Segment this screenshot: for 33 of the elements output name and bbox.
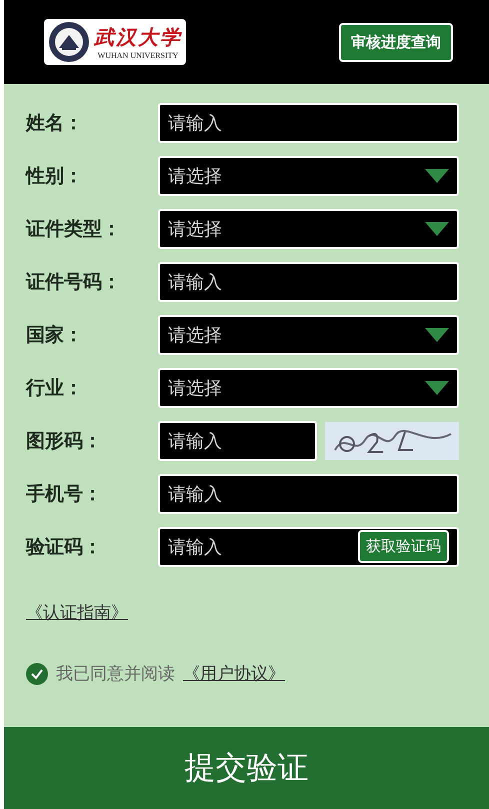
dropdown-icon	[425, 380, 449, 394]
field-label: 性别：	[26, 164, 84, 188]
logo-subtitle: WUHAN UNIVERSITY	[98, 51, 178, 60]
checkbox[interactable]	[26, 662, 48, 684]
emblem-icon	[48, 21, 90, 63]
field-label: 手机号：	[26, 482, 103, 506]
field-label: 行业：	[26, 376, 84, 400]
guide-link[interactable]: 《认证指南》	[26, 601, 128, 624]
select-field[interactable]: 请选择	[158, 156, 459, 196]
field-label: 图形码：	[26, 428, 103, 454]
select-field[interactable]: 请选择	[158, 208, 459, 248]
progress-query-button[interactable]: 审核进度查询	[339, 22, 453, 62]
field-label: 证件类型：	[26, 216, 122, 242]
agreement-link[interactable]: 《用户协议》	[183, 662, 285, 685]
captcha-image[interactable]	[325, 422, 459, 460]
select-field[interactable]: 请选择	[158, 314, 459, 354]
agreement-text: 我已同意并阅读	[56, 663, 175, 685]
submit-button[interactable]: 提交验证	[4, 727, 489, 809]
dropdown-icon	[425, 168, 449, 182]
field-label: 姓名：	[26, 110, 84, 136]
logo-name: 武汉大学	[94, 24, 182, 51]
input-field[interactable]: 请输入	[158, 262, 459, 302]
dropdown-icon	[425, 222, 449, 236]
field-label: 证件号码：	[26, 270, 122, 294]
field-label: 国家：	[26, 322, 84, 348]
input-field[interactable]: 请输入	[158, 102, 459, 142]
field-label: 验证码：	[26, 534, 103, 560]
select-field[interactable]: 请选择	[158, 368, 459, 408]
input-field[interactable]: 请输入 获取验证码	[158, 526, 459, 566]
input-field[interactable]: 请输入	[158, 474, 459, 514]
get-code-button[interactable]: 获取验证码	[358, 530, 449, 563]
dropdown-icon	[425, 328, 449, 342]
input-field[interactable]: 请输入	[158, 420, 317, 460]
